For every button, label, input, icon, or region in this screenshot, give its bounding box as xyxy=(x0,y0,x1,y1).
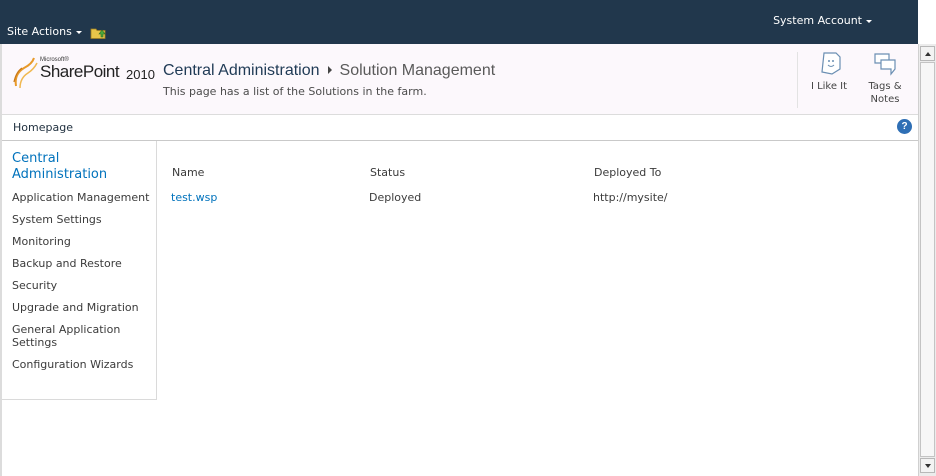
chevron-down-icon xyxy=(75,30,82,34)
top-navigation: Homepage ? xyxy=(2,115,918,141)
title-area: Microsoft® SharePoint 2010 Central Admin… xyxy=(2,44,918,115)
scroll-up-button[interactable] xyxy=(920,46,935,61)
logo-sharepoint: SharePoint xyxy=(40,62,120,81)
column-header-deployed-to[interactable]: Deployed To xyxy=(594,166,661,179)
i-like-it-button[interactable]: I Like It xyxy=(802,50,856,93)
solution-deployed-to: http://mysite/ xyxy=(593,191,668,204)
nav-application-management[interactable]: Application Management xyxy=(12,191,154,204)
breadcrumb: Central Administration Solution Managemen… xyxy=(163,62,495,80)
quick-launch-heading[interactable]: Central Administration xyxy=(12,151,152,183)
nav-backup-and-restore[interactable]: Backup and Restore xyxy=(12,257,154,270)
help-icon[interactable]: ? xyxy=(897,119,912,134)
divider xyxy=(797,52,798,108)
tags-notes-icon xyxy=(874,53,896,76)
nav-security[interactable]: Security xyxy=(12,279,154,292)
account-menu[interactable]: System Account xyxy=(773,14,872,27)
solution-name-link[interactable]: test.wsp xyxy=(171,191,217,204)
tags-notes-button[interactable]: Tags & Notes xyxy=(858,50,912,106)
i-like-it-label: I Like It xyxy=(810,81,848,92)
page-description: This page has a list of the Solutions in… xyxy=(163,85,427,98)
arrow-down-icon xyxy=(925,464,931,468)
quick-launch: Central Administration Application Manag… xyxy=(2,141,157,400)
breadcrumb-separator-icon xyxy=(327,65,332,74)
like-tag-icon xyxy=(821,52,841,75)
chevron-down-icon xyxy=(866,19,872,23)
scroll-down-button[interactable] xyxy=(920,458,935,473)
column-header-status[interactable]: Status xyxy=(370,166,405,179)
solutions-table: Name Status Deployed To test.wsp Deploye… xyxy=(157,141,918,474)
homepage-link[interactable]: Homepage xyxy=(13,121,73,134)
ribbon-bar: Site Actions System Account xyxy=(0,0,918,44)
site-actions-menu[interactable]: Site Actions xyxy=(7,25,82,38)
nav-configuration-wizards[interactable]: Configuration Wizards xyxy=(12,358,154,371)
nav-system-settings[interactable]: System Settings xyxy=(12,213,154,226)
sharepoint-logo: Microsoft® SharePoint 2010 xyxy=(12,56,157,90)
nav-general-application-settings[interactable]: General Application Settings xyxy=(12,323,137,349)
nav-upgrade-and-migration[interactable]: Upgrade and Migration xyxy=(12,301,154,314)
scroll-thumb[interactable] xyxy=(920,62,935,457)
vertical-scrollbar[interactable] xyxy=(918,44,936,476)
tags-notes-label: Tags & Notes xyxy=(868,81,902,105)
account-label: System Account xyxy=(773,14,862,27)
navigate-up-icon[interactable] xyxy=(90,25,106,39)
page-title: Solution Management xyxy=(339,62,496,79)
solution-status: Deployed xyxy=(369,191,422,204)
logo-year: 2010 xyxy=(126,67,155,82)
breadcrumb-root[interactable]: Central Administration xyxy=(163,62,320,79)
arrow-up-icon xyxy=(925,52,931,56)
sharepoint-logo-icon xyxy=(13,57,38,89)
site-actions-label: Site Actions xyxy=(7,25,72,38)
nav-monitoring[interactable]: Monitoring xyxy=(12,235,154,248)
column-header-name[interactable]: Name xyxy=(172,166,204,179)
